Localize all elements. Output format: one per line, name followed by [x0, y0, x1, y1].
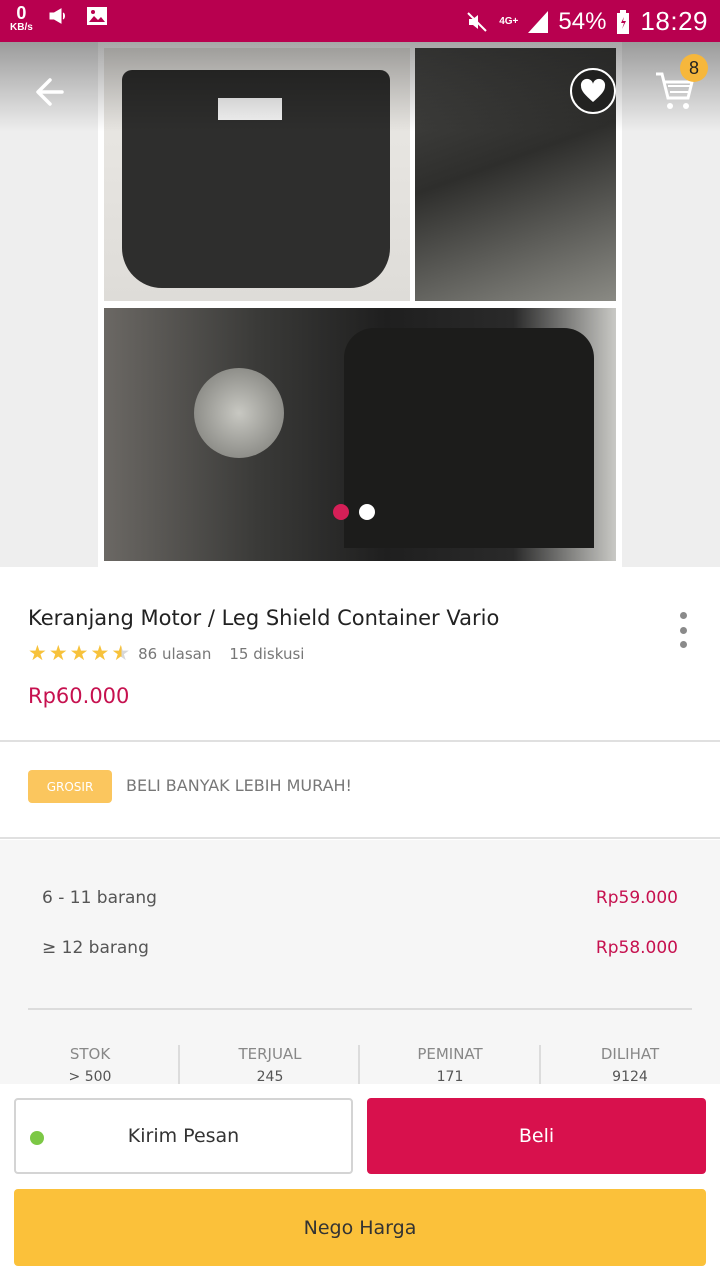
divider: [0, 740, 720, 742]
clock: 18:29: [640, 6, 708, 36]
photo-leg-shield-front: [104, 48, 410, 301]
divider: [28, 1008, 692, 1010]
star-icon: ★: [90, 641, 110, 665]
stat-stock: STOK > 500: [0, 1045, 180, 1085]
gallery-pagination: [333, 504, 375, 520]
grosir-badge: GROSIR: [28, 770, 112, 803]
grosir-tagline: BELI BANYAK LEBIH MURAH!: [126, 776, 352, 795]
tier-price: Rp58.000: [595, 938, 678, 958]
more-dot-icon: [679, 626, 687, 634]
star-icon: ★: [28, 641, 47, 665]
cart-count-badge: 8: [680, 54, 708, 82]
send-message-label: Kirim Pesan: [127, 1125, 240, 1147]
stat-divider: [358, 1045, 360, 1085]
more-dot-icon: [679, 641, 687, 648]
tier-quantity: 6 - 11 barang: [42, 888, 157, 908]
product-rating[interactable]: ★ ★ ★ ★ ★ 86 ulasan 15 diskusi: [28, 643, 304, 664]
stat-divider: [178, 1045, 180, 1085]
tier-price: Rp59.000: [595, 888, 678, 908]
stat-divider: [539, 1045, 541, 1085]
more-options-button[interactable]: [674, 612, 692, 648]
stat-sold: TERJUAL 245: [180, 1045, 360, 1085]
product-image[interactable]: [98, 42, 622, 567]
product-gallery[interactable]: [0, 42, 720, 567]
megaphone-icon: [49, 8, 65, 24]
more-dot-icon: [679, 612, 687, 619]
discussion-link[interactable]: 15 diskusi: [229, 645, 304, 663]
gallery-dot-2[interactable]: [359, 504, 375, 520]
stat-label: PEMINAT: [417, 1045, 483, 1063]
product-stats: STOK > 500 TERJUAL 245 PEMINAT 171 DILIH…: [0, 1045, 720, 1085]
battery-percent: 54%: [558, 7, 607, 35]
stat-value: 245: [256, 1069, 284, 1085]
star-icon: ★: [48, 641, 68, 665]
buy-button[interactable]: Beli: [367, 1098, 706, 1174]
stat-value: > 500: [68, 1069, 112, 1085]
product-title: Keranjang Motor / Leg Shield Container V…: [28, 606, 500, 630]
status-bar: 0 KB/s 4G+ 54% 18:29: [0, 0, 720, 42]
stat-value: 171: [436, 1069, 464, 1085]
bottom-action-bar: Kirim Pesan Beli Nego Harga: [0, 1084, 720, 1280]
tier-quantity: ≥ 12 barang: [42, 938, 149, 958]
send-message-button[interactable]: Kirim Pesan: [14, 1098, 353, 1174]
network-speed: 0 KB/s: [10, 3, 33, 33]
back-button[interactable]: [28, 70, 72, 114]
wishlist-button[interactable]: [570, 68, 616, 114]
negotiate-price-button[interactable]: Nego Harga: [14, 1189, 706, 1266]
network-type: 4G+: [499, 15, 519, 27]
photo-leg-shield-engine: [104, 308, 616, 561]
stat-label: STOK: [69, 1045, 111, 1063]
wholesale-tier-row: 6 - 11 barang Rp59.000: [42, 888, 678, 908]
divider: [0, 837, 720, 839]
stat-interested: PEMINAT 171: [360, 1045, 540, 1085]
heart-icon: [580, 78, 606, 102]
star-half-icon: ★: [111, 641, 131, 665]
arrow-left-icon: [36, 78, 64, 106]
reviews-link[interactable]: 86 ulasan: [138, 645, 211, 663]
stat-views: DILIHAT 9124: [540, 1045, 720, 1085]
mute-icon: [467, 11, 487, 32]
image-icon: [86, 7, 107, 25]
online-status-dot: [30, 1131, 44, 1145]
signal-icon: [528, 10, 549, 33]
stat-label: TERJUAL: [238, 1045, 302, 1063]
stat-value: 9124: [612, 1069, 648, 1085]
wholesale-tier-row: ≥ 12 barang Rp58.000: [42, 938, 678, 958]
battery-icon: [617, 9, 630, 34]
stat-label: DILIHAT: [600, 1045, 660, 1063]
product-price: Rp60.000: [28, 684, 130, 708]
star-icon: ★: [69, 641, 89, 665]
gallery-dot-1[interactable]: [333, 504, 349, 520]
wholesale-section: 6 - 11 barang Rp59.000 ≥ 12 barang Rp58.…: [0, 840, 720, 1085]
